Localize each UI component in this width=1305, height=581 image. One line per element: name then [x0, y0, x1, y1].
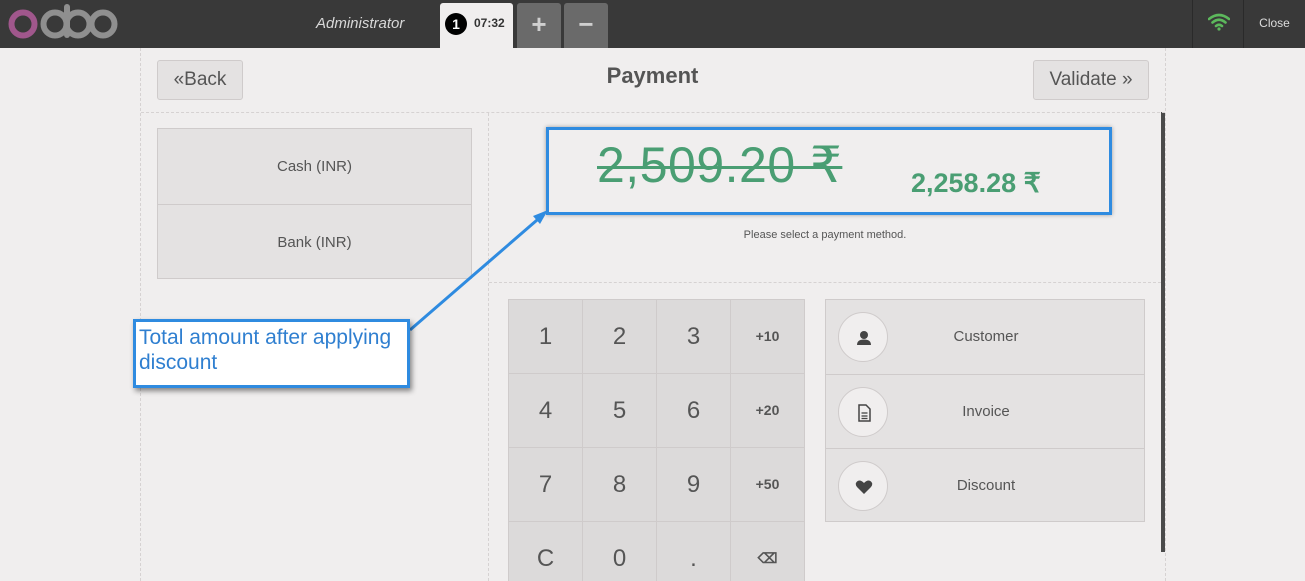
- delete-order-button[interactable]: −: [564, 3, 608, 48]
- heart-icon: [838, 461, 888, 511]
- invoice-button[interactable]: Invoice: [826, 374, 1144, 448]
- invoice-label: Invoice: [962, 403, 1010, 420]
- backspace-icon[interactable]: ⌫: [731, 522, 804, 581]
- payment-methods-list: Cash (INR) Bank (INR): [157, 128, 472, 279]
- numpad-key-5[interactable]: 5: [583, 374, 657, 448]
- annotation-callout: Total amount after applying discount: [133, 319, 410, 388]
- close-button[interactable]: Close: [1243, 0, 1305, 48]
- chevrons-left-icon: «: [173, 69, 185, 90]
- user-name: Administrator: [316, 15, 405, 32]
- numpad: 1 2 3 +10 4 5 6 +20 7 8 9 +50 C 0 . ⌫: [508, 299, 805, 581]
- payment-hint: Please select a payment method.: [743, 229, 907, 241]
- scrollbar[interactable]: [1161, 112, 1165, 552]
- numpad-key-plus50[interactable]: +50: [731, 448, 804, 522]
- page-title: Payment: [606, 63, 699, 88]
- customer-button[interactable]: Customer: [826, 300, 1144, 374]
- validate-label: Validate: [1049, 69, 1117, 90]
- top-bar: Administrator 1 07:32 + − Close: [0, 0, 1305, 48]
- numpad-key-6[interactable]: 6: [657, 374, 731, 448]
- user-icon: [838, 312, 888, 362]
- new-order-button[interactable]: +: [517, 3, 561, 48]
- chevrons-right-icon: »: [1116, 69, 1133, 90]
- numpad-key-8[interactable]: 8: [583, 448, 657, 522]
- payment-method-bank[interactable]: Bank (INR): [158, 204, 471, 279]
- divider: [141, 112, 1165, 113]
- numpad-key-4[interactable]: 4: [509, 374, 583, 448]
- numpad-key-7[interactable]: 7: [509, 448, 583, 522]
- back-label: Back: [184, 69, 227, 90]
- odoo-logo: [8, 4, 118, 39]
- back-button[interactable]: «Back: [157, 60, 243, 100]
- document-icon: [838, 387, 888, 437]
- validate-button[interactable]: Validate »: [1033, 60, 1149, 100]
- numpad-key-1[interactable]: 1: [509, 300, 583, 374]
- discount-button[interactable]: Discount: [826, 448, 1144, 522]
- order-tab[interactable]: 1 07:32: [440, 3, 513, 48]
- numpad-key-2[interactable]: 2: [583, 300, 657, 374]
- numpad-key-plus10[interactable]: +10: [731, 300, 804, 374]
- connection-status[interactable]: [1192, 0, 1243, 48]
- payment-method-cash[interactable]: Cash (INR): [158, 129, 471, 204]
- divider: [488, 113, 489, 581]
- numpad-key-3[interactable]: 3: [657, 300, 731, 374]
- numpad-key-clear[interactable]: C: [509, 522, 583, 581]
- order-time: 07:32: [474, 16, 505, 30]
- numpad-key-dot[interactable]: .: [657, 522, 731, 581]
- divider: [489, 282, 1161, 283]
- numpad-key-9[interactable]: 9: [657, 448, 731, 522]
- numpad-key-plus20[interactable]: +20: [731, 374, 804, 448]
- wifi-icon: [1208, 13, 1230, 31]
- numpad-key-0[interactable]: 0: [583, 522, 657, 581]
- total-highlight-box: [546, 127, 1112, 215]
- discount-label: Discount: [956, 477, 1016, 494]
- order-number-badge: 1: [445, 13, 467, 35]
- payment-actions: Customer Invoice Discount: [825, 299, 1145, 522]
- customer-label: Customer: [953, 328, 1019, 345]
